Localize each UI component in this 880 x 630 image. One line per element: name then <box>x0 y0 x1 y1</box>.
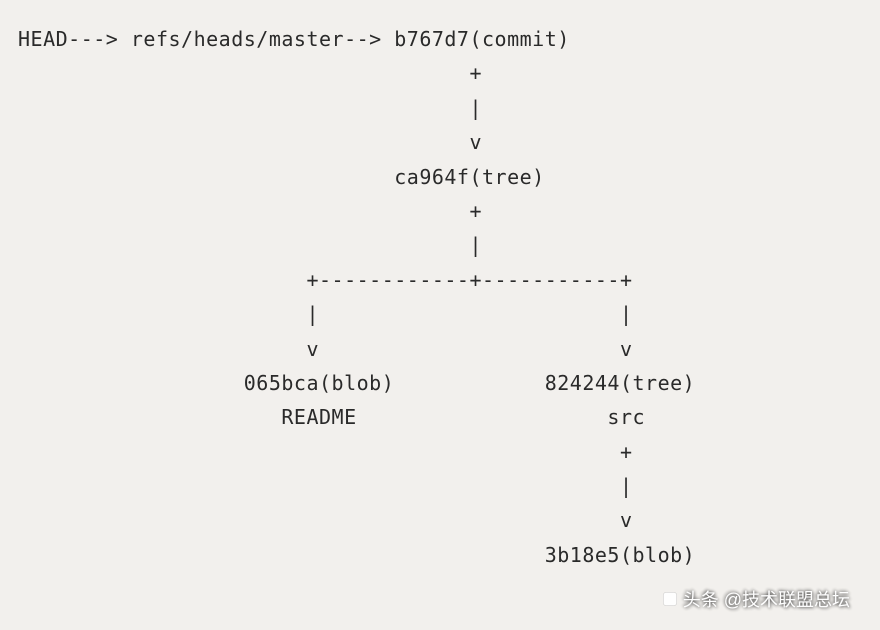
diagram-line: | <box>18 233 482 257</box>
diagram-line: + <box>18 440 633 464</box>
diagram-line: + <box>18 61 482 85</box>
diagram-line: ca964f(tree) <box>18 165 545 189</box>
diagram-line: v <box>18 508 633 532</box>
diagram-line: README src <box>18 405 645 429</box>
diagram-line: 3b18e5(blob) <box>18 543 695 567</box>
git-object-diagram: HEAD---> refs/heads/master--> b767d7(com… <box>0 0 880 572</box>
diagram-line: | <box>18 96 482 120</box>
watermark: 头条 @技术联盟总坛 <box>661 586 850 612</box>
diagram-line: | <box>18 474 633 498</box>
watermark-text: 头条 @技术联盟总坛 <box>683 586 850 612</box>
diagram-line: 065bca(blob) 824244(tree) <box>18 371 695 395</box>
diagram-line: +------------+-----------+ <box>18 268 633 292</box>
diagram-line: v <box>18 130 482 154</box>
logo-icon <box>661 590 679 608</box>
diagram-line: v v <box>18 337 633 361</box>
diagram-line: | | <box>18 302 633 326</box>
diagram-line: HEAD---> refs/heads/master--> b767d7(com… <box>18 27 570 51</box>
diagram-line: + <box>18 199 482 223</box>
